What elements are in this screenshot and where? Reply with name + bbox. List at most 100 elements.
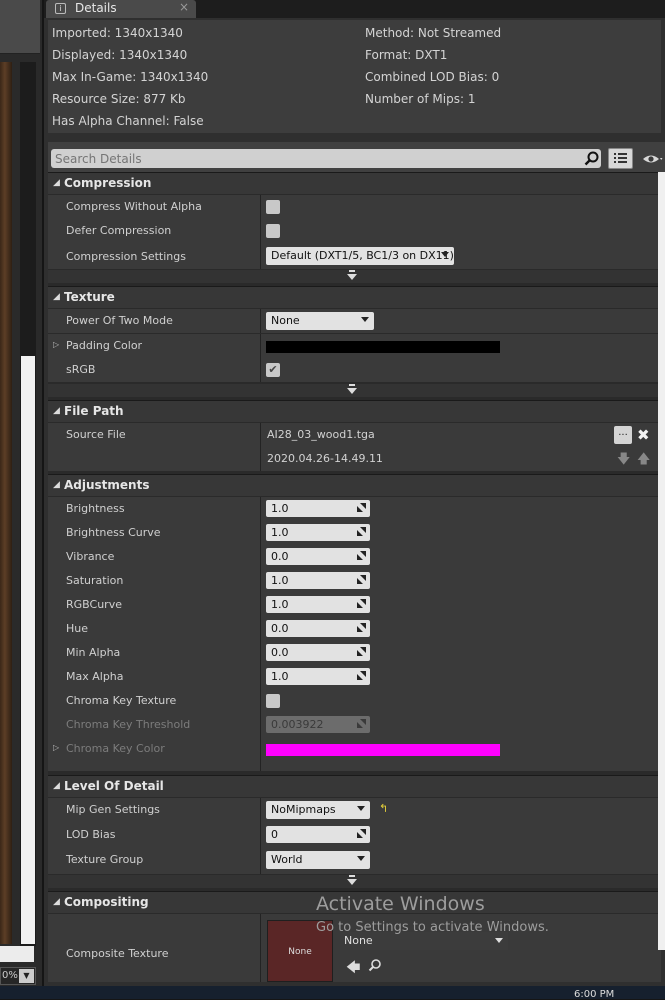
column-divider[interactable]: [260, 823, 261, 848]
drag-resize-icon[interactable]: [357, 623, 366, 632]
column-divider[interactable]: [260, 309, 261, 333]
chroma-key-texture-checkbox[interactable]: [266, 694, 280, 708]
property-chroma-key-texture: Chroma Key Texture: [48, 689, 661, 713]
brightness-curve-input[interactable]: 1.0: [266, 524, 370, 541]
property-hue: Hue 0.0: [48, 617, 661, 641]
lod-bias-input[interactable]: 0: [266, 826, 370, 843]
expand-triangle-icon[interactable]: ▷: [53, 743, 59, 752]
compression-settings-dropdown[interactable]: Default (DXT1/5, BC1/3 on DX11): [266, 247, 454, 265]
dropdown-value: None: [271, 314, 300, 327]
padding-color-swatch[interactable]: [266, 341, 500, 353]
column-divider[interactable]: [260, 665, 261, 689]
use-selected-asset-icon[interactable]: 🡄: [346, 957, 360, 981]
drag-resize-icon[interactable]: [357, 503, 366, 512]
saturation-input[interactable]: 1.0: [266, 572, 370, 589]
min-alpha-input[interactable]: 0.0: [266, 644, 370, 661]
viewport-scrollbar-thumb[interactable]: [21, 356, 35, 944]
property-list: ◢ Compression Compress Without Alpha Def…: [48, 172, 661, 982]
drag-resize-icon[interactable]: [357, 575, 366, 584]
column-divider[interactable]: [260, 545, 261, 569]
defer-compression-checkbox[interactable]: [266, 224, 280, 238]
search-icon[interactable]: [584, 151, 599, 166]
chroma-key-color-swatch[interactable]: [266, 744, 500, 756]
column-divider[interactable]: [260, 569, 261, 593]
drag-resize-icon[interactable]: [357, 671, 366, 680]
category-label: Texture: [64, 290, 115, 304]
property-label: Source File: [66, 428, 126, 441]
eye-icon[interactable]: [642, 152, 664, 166]
drag-resize-icon[interactable]: [357, 829, 366, 838]
property-compression-settings: Compression Settings Default (DXT1/5, BC…: [48, 243, 661, 269]
property-srgb: sRGB ✔: [48, 358, 661, 382]
category-level-of-detail[interactable]: ◢ Level Of Detail: [48, 775, 661, 797]
column-divider[interactable]: [260, 358, 261, 382]
property-label: Max Alpha: [66, 670, 124, 683]
close-tab-button[interactable]: ×: [179, 0, 189, 14]
category-texture[interactable]: ◢ Texture: [48, 286, 661, 308]
category-adjustments[interactable]: ◢ Adjustments: [48, 474, 661, 496]
column-divider[interactable]: [260, 334, 261, 358]
column-divider[interactable]: [260, 798, 261, 823]
column-divider[interactable]: [260, 521, 261, 545]
column-divider[interactable]: [260, 713, 261, 737]
browse-button[interactable]: ...: [614, 426, 632, 444]
drag-resize-icon[interactable]: [357, 647, 366, 656]
max-alpha-input[interactable]: 1.0: [266, 668, 370, 685]
column-divider[interactable]: [260, 195, 261, 219]
srgb-checkbox[interactable]: ✔: [266, 363, 280, 377]
resource-size: Resource Size: 877 Kb: [52, 92, 186, 106]
numeric-value: 0.0: [271, 622, 289, 635]
property-label: Chroma Key Color: [66, 742, 165, 755]
mip-gen-settings-dropdown[interactable]: NoMipmaps: [266, 801, 370, 819]
numeric-value: 0: [271, 828, 278, 841]
show-advanced-lod[interactable]: [48, 875, 661, 888]
column-divider[interactable]: [260, 914, 261, 982]
expand-line-icon: [349, 875, 355, 877]
chevron-down-icon: [347, 879, 357, 885]
power-of-two-dropdown[interactable]: None: [266, 312, 374, 330]
chevron-down-icon[interactable]: ▼: [19, 969, 34, 983]
numeric-value: 1.0: [271, 574, 289, 587]
column-divider[interactable]: [260, 641, 261, 665]
taskbar: [0, 986, 665, 999]
browse-asset-search-icon[interactable]: [368, 958, 382, 972]
tab-details[interactable]: i Details ×: [46, 0, 196, 18]
property-matrix-button[interactable]: [608, 148, 633, 169]
show-advanced-texture[interactable]: [48, 384, 661, 397]
drag-resize-icon[interactable]: [357, 551, 366, 560]
property-chroma-key-threshold: Chroma Key Threshold 0.003922: [48, 713, 661, 737]
column-divider[interactable]: [260, 243, 261, 269]
activate-windows-title: Activate Windows: [316, 893, 485, 915]
move-up-icon[interactable]: 🡅: [637, 450, 650, 472]
expand-triangle-icon[interactable]: ▷: [53, 340, 59, 349]
move-down-icon[interactable]: 🡇: [617, 450, 630, 472]
show-advanced-compression[interactable]: [48, 270, 661, 283]
search-details-input[interactable]: [51, 149, 601, 168]
column-divider[interactable]: [260, 617, 261, 641]
vibrance-input[interactable]: 0.0: [266, 548, 370, 565]
column-divider[interactable]: [260, 737, 261, 771]
column-divider[interactable]: [260, 423, 261, 471]
column-divider[interactable]: [260, 593, 261, 617]
rgbcurve-input[interactable]: 1.0: [266, 596, 370, 613]
details-scrollbar[interactable]: [658, 172, 665, 950]
compress-without-alpha-checkbox[interactable]: [266, 200, 280, 214]
column-divider[interactable]: [260, 219, 261, 243]
drag-resize-icon[interactable]: [357, 527, 366, 536]
brightness-input[interactable]: 1.0: [266, 500, 370, 517]
column-divider[interactable]: [260, 848, 261, 874]
texture-group-dropdown[interactable]: World: [266, 851, 370, 869]
category-compression[interactable]: ◢ Compression: [48, 172, 661, 194]
property-label: Hue: [66, 622, 89, 635]
clear-icon[interactable]: ✖: [637, 426, 650, 444]
column-divider[interactable]: [260, 497, 261, 521]
tab-label: Details: [75, 1, 117, 15]
reset-to-default-icon[interactable]: ↰: [379, 802, 388, 815]
drag-resize-icon[interactable]: [357, 599, 366, 608]
hue-input[interactable]: 0.0: [266, 620, 370, 637]
property-brightness-curve: Brightness Curve 1.0: [48, 521, 661, 545]
column-divider[interactable]: [260, 689, 261, 713]
chroma-key-threshold-input: 0.003922: [266, 716, 370, 733]
taskbar-clock[interactable]: 6:00 PM: [574, 989, 614, 1000]
category-file-path[interactable]: ◢ File Path: [48, 400, 661, 422]
